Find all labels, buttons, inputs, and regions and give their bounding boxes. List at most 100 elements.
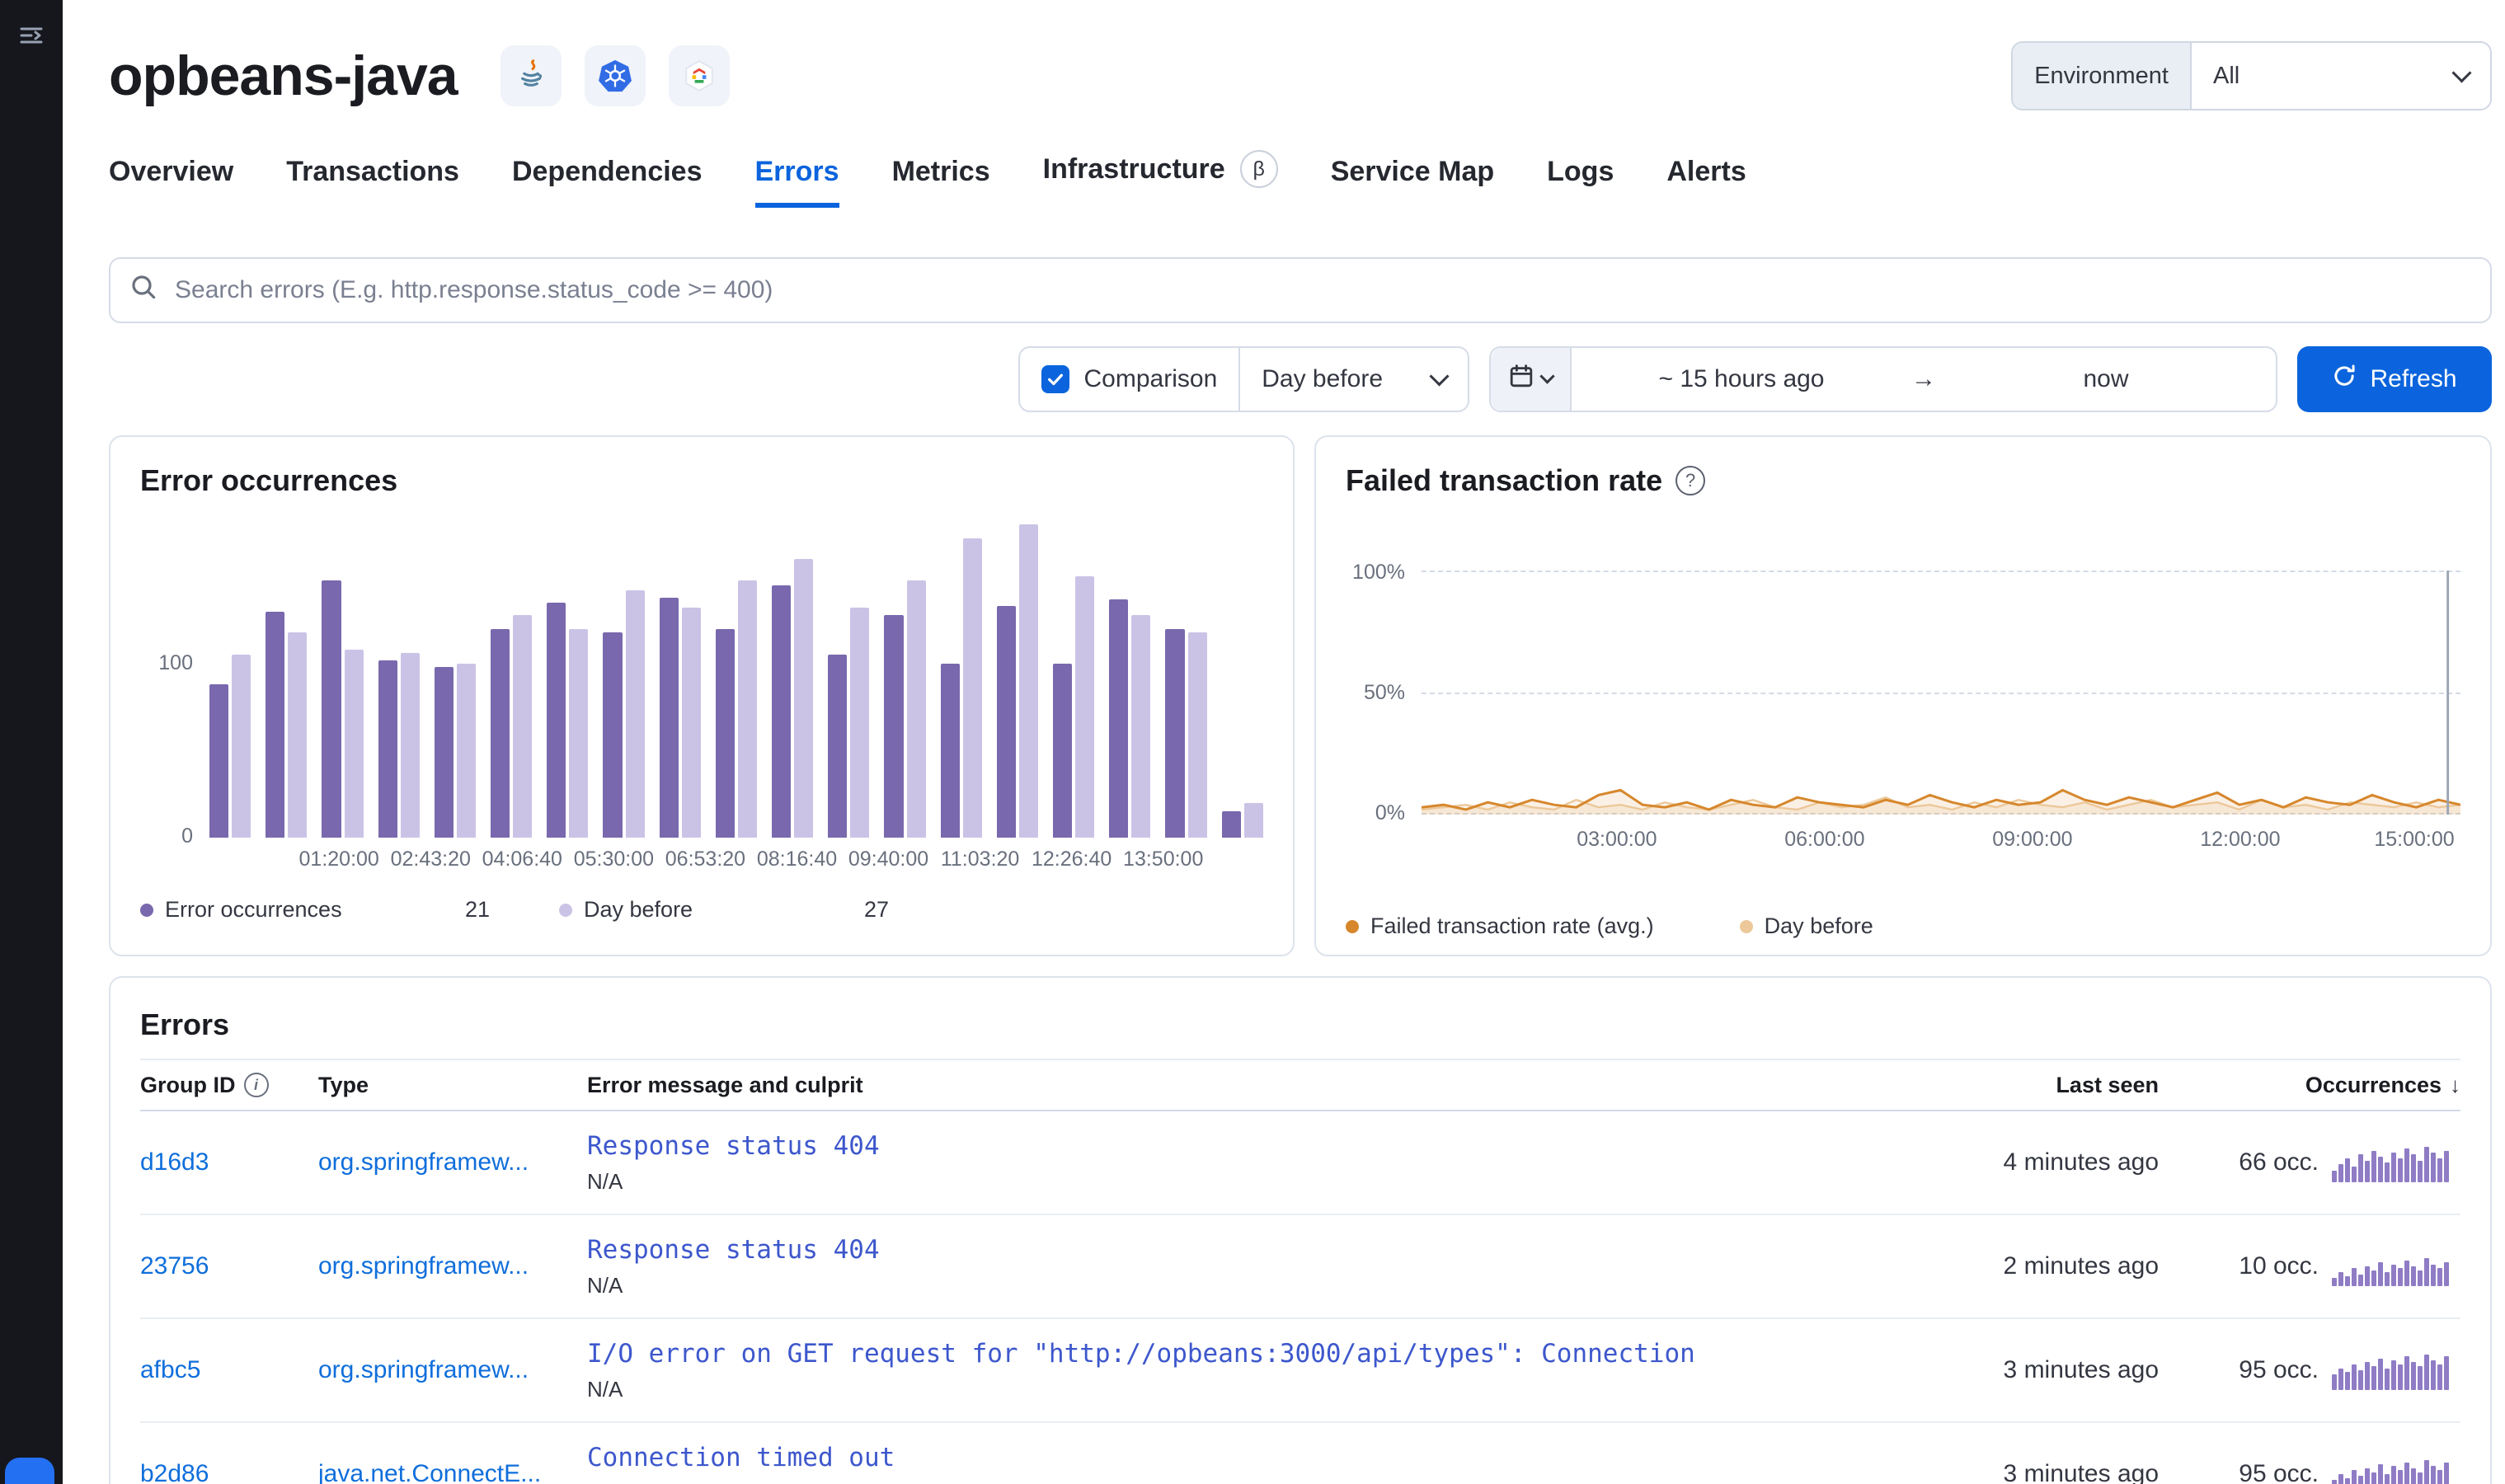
column-label: Occurrences [2305,1072,2442,1097]
failed-transaction-rate-title: Failed transaction rate [1346,463,1663,497]
legend-dot [140,903,153,917]
group-id-link[interactable]: afbc5 [140,1356,305,1384]
assistant-beacon-icon[interactable] [5,1458,54,1484]
help-icon[interactable]: ? [1675,466,1706,495]
comparison-select-value: Day before [1262,365,1383,392]
column-label: Error message and culprit [587,1072,863,1097]
tab-metrics[interactable]: Metrics [892,156,990,208]
legend-item-failed-rate[interactable]: Failed transaction rate (avg.) [1346,913,1654,939]
error-message-link[interactable]: Response status 404 [587,1235,1750,1265]
environment-label: Environment [2013,43,2192,109]
tab-infrastructure[interactable]: Infrastructure β [1043,150,1278,208]
quick-select-button[interactable] [1491,348,1572,411]
error-message-link[interactable]: Connection timed out [587,1443,1750,1472]
column-label: Last seen [2056,1072,2159,1097]
environment-select[interactable]: All [2192,43,2490,109]
page-title: opbeans-java [109,45,458,107]
search-errors-input[interactable] [172,275,2470,306]
error-occurrences-yaxis: 100 0 [140,524,209,848]
last-seen: 3 minutes ago [2003,1460,2159,1484]
legend-item-day-before[interactable]: Day before [559,897,693,923]
comparison-checkbox[interactable] [1041,365,1069,393]
beta-badge: β [1239,150,1278,188]
legend-dot [1739,919,1753,933]
info-icon[interactable]: i [243,1073,269,1097]
error-occurrences-legend: Error occurrences 21 Day before 27 [140,897,1263,923]
group-id-link[interactable]: d16d3 [140,1148,305,1176]
calendar-icon [1509,364,1534,395]
error-culprit: N/A [587,1481,1882,1484]
error-type-link[interactable]: org.springframew... [318,1148,574,1176]
legend-item-current[interactable]: Error occurrences [140,897,342,923]
column-message[interactable]: Error message and culprit [587,1073,1882,1098]
column-type[interactable]: Type [318,1073,574,1098]
error-message-link[interactable]: Response status 404 [587,1131,1750,1161]
occurrences-sparkline [2332,1454,2460,1484]
error-search-bar [109,257,2492,323]
legend-value: 21 [464,897,490,922]
group-id-link[interactable]: 23756 [140,1252,305,1280]
tab-service-map[interactable]: Service Map [1331,156,1494,208]
table-row: afbc5 org.springframew... I/O error on G… [140,1319,2460,1423]
range-arrow-icon: → [1911,365,1936,392]
error-type-link[interactable]: java.net.ConnectE... [318,1460,574,1484]
tab-alerts[interactable]: Alerts [1666,156,1746,208]
search-icon [130,274,157,307]
time-range-start[interactable]: ~ 15 hours ago [1572,348,1911,411]
column-occurrences[interactable]: Occurrences ↓ [2172,1073,2460,1098]
time-range-end[interactable]: now [1936,348,2276,411]
y-tick-label: 100% [1352,561,1405,584]
sort-desc-icon[interactable]: ↓ [2450,1073,2460,1098]
service-tech-icons [500,45,730,106]
comparison-checkbox-group[interactable]: Comparison [1020,348,1239,411]
error-occurrences-xticks: 01:20:00 02:43:20 04:06:40 05:30:00 06:53:20… [298,848,1204,871]
y-tick-label: 0% [1375,801,1405,824]
tab-errors[interactable]: Errors [754,156,839,208]
errors-table: Group ID i Type Error message and culpri… [140,1059,2460,1484]
apm-service-errors-page: opbeans-java Environment All Overview Tr… [0,0,2505,1484]
legend-label: Day before [584,897,693,922]
last-seen: 3 minutes ago [2003,1356,2159,1383]
date-picker: ~ 15 hours ago → now [1489,346,2277,412]
occurrences-sparkline [2332,1247,2460,1286]
error-type-link[interactable]: org.springframew... [318,1356,574,1384]
legend-label: Failed transaction rate (avg.) [1370,913,1654,938]
tab-transactions[interactable]: Transactions [286,156,459,208]
failed-rate-yaxis: 100% 50% 0% [1346,561,1422,824]
menu-expand-icon [18,22,45,54]
comparison-select[interactable]: Day before [1238,348,1468,411]
legend-value: 27 [863,897,889,922]
charts-row: Error occurrences 100 0 01:20:00 02:43:20… [109,435,2492,956]
menu-expand-button[interactable] [0,0,63,76]
occurrences-sparkline [2332,1143,2460,1182]
column-last-seen[interactable]: Last seen [1895,1073,2159,1098]
y-tick-label: 50% [1363,681,1405,704]
legend-label: Day before [1764,913,1873,938]
error-occurrences-chart: 100 0 [140,524,1263,848]
refresh-button[interactable]: Refresh [2297,346,2492,412]
error-occurrences-plot[interactable] [209,524,1263,838]
tab-dependencies[interactable]: Dependencies [512,156,703,208]
occurrences-count: 66 occ. [2239,1148,2319,1176]
gcp-icon [668,45,730,106]
comparison-label: Comparison [1083,365,1218,392]
refresh-icon [2332,364,2357,395]
failed-rate-plot[interactable] [1422,571,2460,815]
legend-dot [1346,919,1359,933]
legend-item-day-before[interactable]: Day before [1739,913,1873,939]
tab-logs[interactable]: Logs [1547,156,1614,208]
tab-overview[interactable]: Overview [109,156,233,208]
error-message-link[interactable]: I/O error on GET request for "http://opb… [587,1339,1750,1369]
environment-value: All [2213,62,2240,89]
last-seen: 4 minutes ago [2003,1148,2159,1176]
time-controls-row: Comparison Day before ~ 15 hours ago → n… [109,346,2492,412]
column-label: Type [318,1072,369,1097]
table-row: 23756 org.springframew... Response statu… [140,1215,2460,1319]
group-id-link[interactable]: b2d86 [140,1460,305,1484]
occurrences-sparkline [2332,1350,2460,1390]
failed-rate-legend: Failed transaction rate (avg.) Day befor… [1346,913,2460,939]
service-tabs: Overview Transactions Dependencies Error… [109,150,2492,208]
error-occurrences-title: Error occurrences [140,463,398,497]
column-group-id[interactable]: Group ID i [140,1073,305,1098]
error-type-link[interactable]: org.springframew... [318,1252,574,1280]
